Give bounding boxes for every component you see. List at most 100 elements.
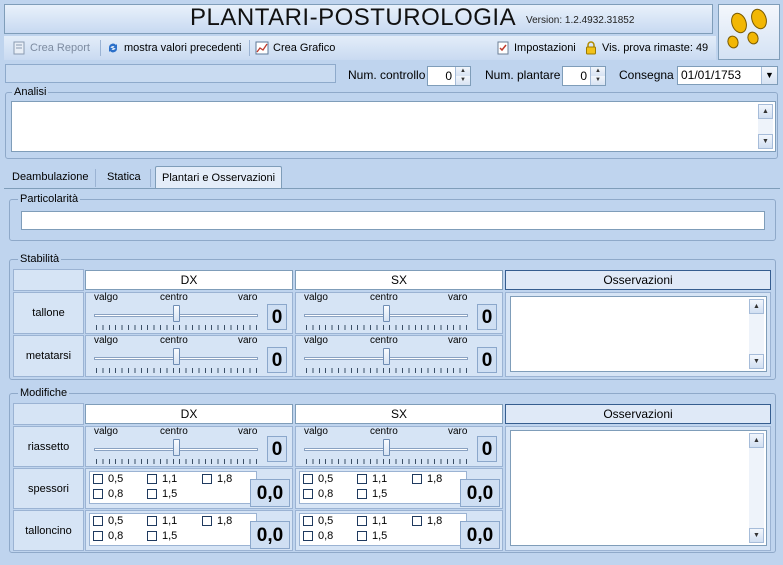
checkbox-1-1[interactable]: 1,1 xyxy=(357,473,387,485)
checkbox-icon[interactable] xyxy=(93,489,103,499)
slider-thumb[interactable] xyxy=(173,439,180,456)
checkbox-1-1[interactable]: 1,1 xyxy=(147,515,177,527)
slider-thumb[interactable] xyxy=(383,305,390,322)
checkbox-1-8[interactable]: 1,8 xyxy=(412,515,442,527)
checkbox-1-8[interactable]: 1,8 xyxy=(412,473,442,485)
talloncino-sx-value: 0,0 xyxy=(460,521,500,549)
checkbox-icon[interactable] xyxy=(357,474,367,484)
analisi-textarea[interactable]: ▲ ▼ xyxy=(11,101,776,152)
talloncino-dx-options: 0,5 1,1 1,8 0,8 1,5 0,0 xyxy=(85,510,293,551)
stabilita-osservazioni-textarea[interactable]: ▲ ▼ xyxy=(510,296,767,372)
checkbox-icon[interactable] xyxy=(303,531,313,541)
valgo-label: valgo xyxy=(94,335,118,346)
checkbox-0-8[interactable]: 0,8 xyxy=(93,530,123,542)
checkbox-1-5[interactable]: 1,5 xyxy=(147,488,177,500)
scroll-up-icon[interactable]: ▲ xyxy=(758,104,773,119)
checkbox-1-5[interactable]: 1,5 xyxy=(357,488,387,500)
checkbox-1-5[interactable]: 1,5 xyxy=(147,530,177,542)
checkbox-0-5[interactable]: 0,5 xyxy=(303,515,333,527)
slider-thumb[interactable] xyxy=(383,439,390,456)
checkbox-icon[interactable] xyxy=(357,489,367,499)
checkbox-icon[interactable] xyxy=(202,516,212,526)
modifiche-osservazioni-scrollbar[interactable]: ▲ ▼ xyxy=(749,433,764,543)
checkbox-icon[interactable] xyxy=(357,516,367,526)
metatarsi-dx-slider[interactable]: valgo centro varo 0 xyxy=(85,335,293,377)
checkbox-icon[interactable] xyxy=(147,489,157,499)
footprints-logo xyxy=(718,4,780,60)
checkbox-1-8[interactable]: 1,8 xyxy=(202,473,232,485)
checkbox-1-8[interactable]: 1,8 xyxy=(202,515,232,527)
num-plantare-spinner[interactable]: 0 ▲ ▼ xyxy=(562,66,606,86)
riassetto-dx-slider[interactable]: valgo centro varo 0 xyxy=(85,426,293,467)
scroll-up-icon[interactable]: ▲ xyxy=(749,299,764,314)
scroll-down-icon[interactable]: ▼ xyxy=(758,134,773,149)
checkbox-0-5[interactable]: 0,5 xyxy=(93,515,123,527)
app-title: PLANTARI-POSTUROLOGIA xyxy=(190,4,517,31)
scroll-up-icon[interactable]: ▲ xyxy=(749,433,764,448)
checkbox-icon[interactable] xyxy=(357,531,367,541)
chevron-down-icon[interactable]: ▼ xyxy=(761,67,777,84)
valgo-label: valgo xyxy=(94,426,118,437)
checkbox-0-8[interactable]: 0,8 xyxy=(93,488,123,500)
checkbox-icon[interactable] xyxy=(412,474,422,484)
slider-thumb[interactable] xyxy=(173,305,180,322)
particolarita-input[interactable] xyxy=(21,211,765,230)
checkbox-0-8[interactable]: 0,8 xyxy=(303,488,333,500)
checkbox-0-5[interactable]: 0,5 xyxy=(93,473,123,485)
tallone-dx-slider[interactable]: valgo centro varo 0 xyxy=(85,292,293,334)
modifiche-title: Modifiche xyxy=(18,387,70,399)
riassetto-sx-slider[interactable]: valgo centro varo 0 xyxy=(295,426,503,467)
option-label: 0,5 xyxy=(108,473,124,485)
checkbox-1-5[interactable]: 1,5 xyxy=(357,530,387,542)
lock-icon xyxy=(584,41,598,55)
talloncino-dx-value: 0,0 xyxy=(250,521,290,549)
modifiche-osservazioni-textarea[interactable]: ▲ ▼ xyxy=(510,430,767,546)
spin-down-icon[interactable]: ▼ xyxy=(591,76,605,85)
tallone-sx-slider[interactable]: valgo centro varo 0 xyxy=(295,292,503,334)
checkbox-0-8[interactable]: 0,8 xyxy=(303,530,333,542)
checkbox-icon[interactable] xyxy=(303,489,313,499)
slider-thumb[interactable] xyxy=(383,348,390,365)
crea-grafico-label: Crea Grafico xyxy=(273,42,336,54)
spessori-sx-value: 0,0 xyxy=(460,479,500,507)
checkbox-0-5[interactable]: 0,5 xyxy=(303,473,333,485)
checkbox-icon[interactable] xyxy=(303,516,313,526)
checkbox-icon[interactable] xyxy=(93,516,103,526)
checkbox-icon[interactable] xyxy=(303,474,313,484)
checkbox-icon[interactable] xyxy=(147,516,157,526)
tab-plantari-osservazioni[interactable]: Plantari e Osservazioni xyxy=(155,166,283,188)
spin-down-icon[interactable]: ▼ xyxy=(456,76,470,85)
stabilita-osservazioni-scrollbar[interactable]: ▲ ▼ xyxy=(749,299,764,369)
checkbox-icon[interactable] xyxy=(93,531,103,541)
checkbox-icon[interactable] xyxy=(147,531,157,541)
crea-grafico-button[interactable]: Crea Grafico xyxy=(255,36,335,60)
checkbox-1-1[interactable]: 1,1 xyxy=(357,515,387,527)
crea-report-button[interactable]: Crea Report xyxy=(12,36,90,60)
tab-statica[interactable]: Statica xyxy=(101,166,147,188)
tab-deambulazione[interactable]: Deambulazione xyxy=(6,166,94,188)
checkbox-icon[interactable] xyxy=(93,474,103,484)
scroll-down-icon[interactable]: ▼ xyxy=(749,528,764,543)
num-controllo-spinner[interactable]: 0 ▲ ▼ xyxy=(427,66,471,86)
consegna-date-picker[interactable]: 01/01/1753 ▼ xyxy=(677,66,778,85)
slider-thumb[interactable] xyxy=(173,348,180,365)
checkbox-1-1[interactable]: 1,1 xyxy=(147,473,177,485)
riassetto-sx-value: 0 xyxy=(477,436,497,462)
mostra-valori-button[interactable]: mostra valori precedenti xyxy=(106,36,241,60)
tab-separator xyxy=(95,169,96,187)
metatarsi-sx-slider[interactable]: valgo centro varo 0 xyxy=(295,335,503,377)
spin-up-icon[interactable]: ▲ xyxy=(456,67,470,76)
stabilita-corner-cell xyxy=(13,269,84,291)
checkbox-icon[interactable] xyxy=(147,474,157,484)
analisi-scrollbar[interactable]: ▲ ▼ xyxy=(758,104,773,149)
spin-up-icon[interactable]: ▲ xyxy=(591,67,605,76)
modifiche-sx-header: SX xyxy=(295,404,503,424)
scroll-down-icon[interactable]: ▼ xyxy=(749,354,764,369)
checkbox-icon[interactable] xyxy=(412,516,422,526)
varo-label: varo xyxy=(448,426,468,437)
num-plantare-value: 0 xyxy=(580,69,587,83)
impostazioni-button[interactable]: Impostazioni xyxy=(496,36,576,60)
checkbox-icon[interactable] xyxy=(202,474,212,484)
riassetto-dx-value: 0 xyxy=(267,436,287,462)
consegna-value: 01/01/1753 xyxy=(681,68,742,82)
